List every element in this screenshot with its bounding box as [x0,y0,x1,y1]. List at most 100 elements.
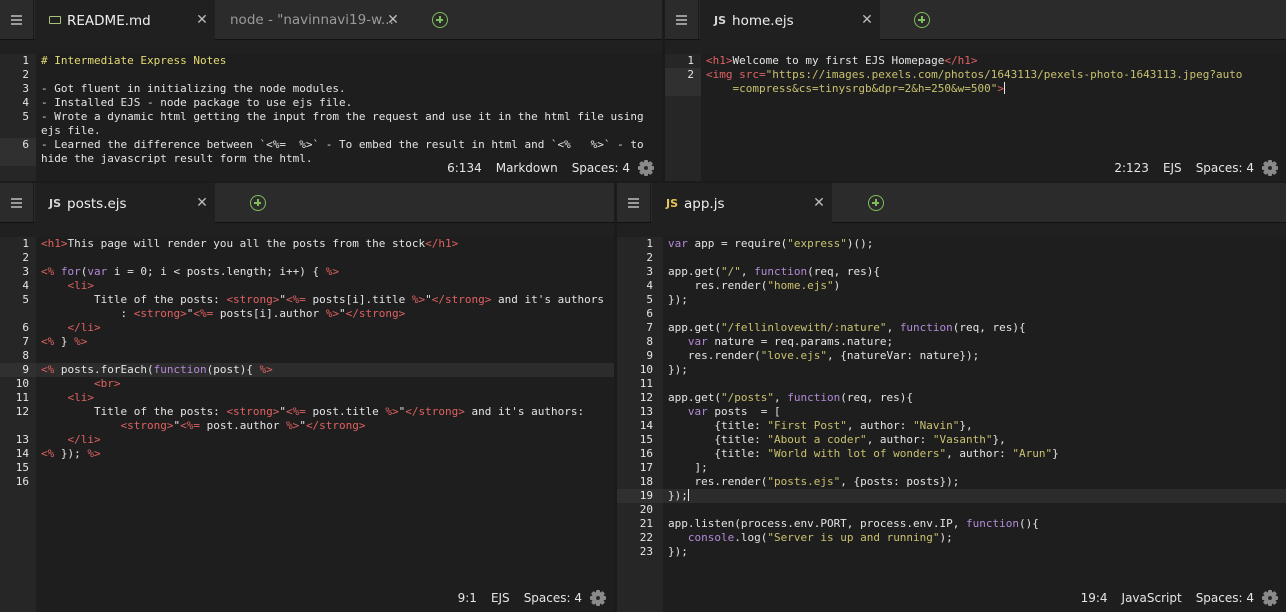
line-gutter: 1 2 3 4 5 6 7 8 9 10 11 12 13 14 15 16 1… [617,237,663,612]
tab-readme[interactable]: README.md ✕ [35,0,215,41]
code-line: res.render("love.ejs", {natureVar: natur… [668,349,980,362]
line-number: 5 [646,293,653,306]
menu-icon[interactable] [665,0,699,40]
close-icon[interactable]: ✕ [384,0,402,40]
code-line: Title of the posts: <strong>"<%= posts[i… [41,293,604,306]
code-line: <br> [93,377,121,390]
line-number: 5 [22,293,29,306]
line-number: 4 [646,279,653,292]
add-tab-icon[interactable] [250,195,266,211]
line-number: 8 [22,349,29,362]
code-line: <h1>Welcome to my first EJS Homepage</h1… [706,54,978,67]
cursor-position[interactable]: 2:123 [1114,161,1149,175]
code-line: {title: "World with lot of wonders", aut… [668,447,1059,460]
gear-icon[interactable] [638,160,654,176]
line-number: 5 [22,110,29,123]
tab-bar: README.md ✕ node - "navinnavi19-w... ✕ [0,0,662,41]
indent-setting[interactable]: Spaces: 4 [1196,161,1254,175]
indent-setting[interactable]: Spaces: 4 [1196,591,1254,605]
line-number [0,124,36,138]
tab-bar: JS posts.ejs ✕ [0,183,614,224]
code-line: <% posts.forEach(function(post){ %> [41,363,273,376]
tab-posts-ejs[interactable]: JS posts.ejs ✕ [35,183,215,224]
close-icon[interactable]: ✕ [858,0,876,40]
app-js-pane: JS app.js ✕ 1 2 3 4 5 6 7 8 9 10 11 12 1… [617,183,1286,612]
gear-icon[interactable] [590,590,606,606]
line-number: 2 [22,68,29,81]
js-file-icon: JS [49,197,62,210]
line-number: 1 [646,237,653,250]
language-mode[interactable]: EJS [1163,161,1182,175]
line-number: 12 [15,405,29,418]
language-mode[interactable]: Markdown [496,161,558,175]
close-icon[interactable]: ✕ [193,0,211,40]
line-number: 4 [22,279,29,292]
add-tab-icon[interactable] [868,195,884,211]
line-number: 2 [22,251,29,264]
tab-label: posts.ejs [67,195,127,212]
line-gutter: 1 2 [665,54,701,181]
gear-icon[interactable] [1262,590,1278,606]
line-number: 2 [646,251,653,264]
code-line: - Got fluent in initializing the node mo… [41,82,346,95]
gear-icon[interactable] [1262,160,1278,176]
line-number: 3 [22,82,29,95]
line-number: 14 [639,419,653,432]
line-number: 15 [639,433,653,446]
status-bar: 19:4 JavaScript Spaces: 4 [1067,584,1278,612]
add-tab-icon[interactable] [914,12,930,28]
indent-setting[interactable]: Spaces: 4 [572,161,630,175]
tab-label: home.ejs [732,12,794,29]
line-number: 1 [687,54,694,67]
line-number: 8 [646,335,653,348]
line-number: 9 [0,363,36,377]
code-line: - Learned the difference between `<%= %>… [41,138,644,151]
menu-icon[interactable] [0,183,34,223]
code-line: <% }); %> [41,447,101,460]
line-number: 9 [646,349,653,362]
code-line: <strong>"<%= post.author %>"</strong> [120,419,366,432]
tab-app-js[interactable]: JS app.js ✕ [652,183,832,224]
menu-icon[interactable] [617,183,651,223]
line-number: 15 [15,461,29,474]
line-number: 14 [15,447,29,460]
indent-setting[interactable]: Spaces: 4 [524,591,582,605]
code-line: var app = require("express")(); [668,237,874,250]
code-line: }); [668,293,688,306]
code-line: <% } %> [41,335,88,348]
line-number [0,152,36,166]
code-editor[interactable]: var app = require("express")(); app.get(… [663,237,1286,612]
line-number: 19 [617,489,663,503]
cursor-position[interactable]: 6:134 [447,161,482,175]
line-number: 16 [639,447,653,460]
status-bar: 2:123 EJS Spaces: 4 [1100,155,1278,181]
tab-home-ejs[interactable]: JS home.ejs ✕ [700,0,880,41]
line-number: 1 [22,54,29,67]
line-gutter: 1 2 3 4 5 6 7 8 9 10 11 12 13 14 15 16 [0,237,36,612]
close-icon[interactable]: ✕ [810,183,828,223]
code-line: </li> [67,321,101,334]
add-tab-icon[interactable] [432,12,448,28]
code-line: <h1>This page will render you all the po… [41,237,459,250]
tab-label: node - "navinnavi19-w... [230,12,394,28]
line-number: 13 [15,433,29,446]
menu-icon[interactable] [0,0,34,40]
cursor-position[interactable]: 19:4 [1081,591,1108,605]
code-line: }); [668,545,688,558]
line-gutter: 1 2 3 4 5 6 [0,54,36,181]
tab-label: README.md [67,12,151,29]
cursor-position[interactable]: 9:1 [458,591,477,605]
tab-node-terminal[interactable]: node - "navinnavi19-w... ✕ [216,0,406,40]
line-number: 6 [0,138,36,152]
language-mode[interactable]: EJS [491,591,510,605]
js-file-icon: JS [666,197,679,210]
code-line: Title of the posts: <strong>"<%= post.ti… [41,405,585,418]
line-number: 10 [639,363,653,376]
code-line: hide the javascript result form the html… [41,152,313,165]
line-number [0,307,36,321]
close-icon[interactable]: ✕ [193,183,211,223]
code-editor[interactable]: <h1>This page will render you all the po… [36,237,614,612]
line-number: 17 [639,461,653,474]
code-line: console.log("Server is up and running"); [687,531,953,544]
language-mode[interactable]: JavaScript [1122,591,1182,605]
